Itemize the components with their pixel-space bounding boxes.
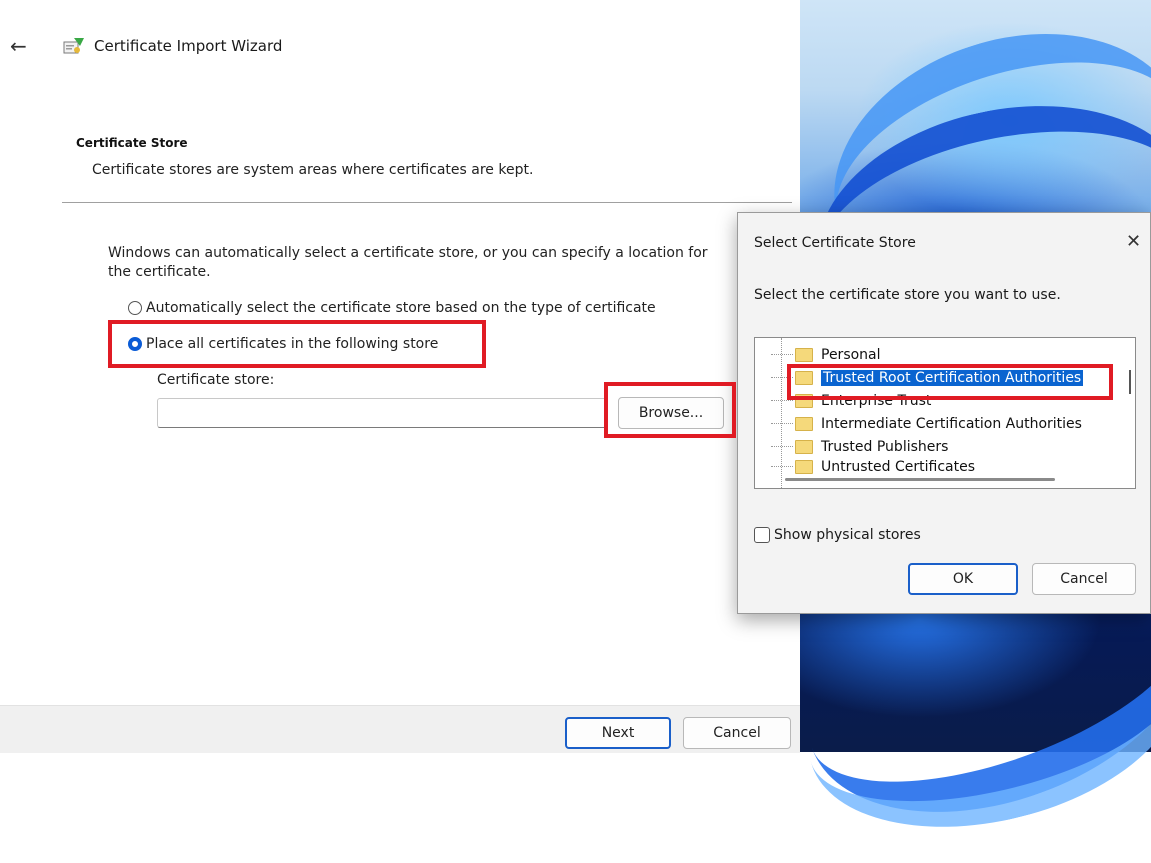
tree-item-label: Personal (821, 347, 881, 363)
place-all-radio[interactable] (128, 337, 142, 351)
tree-connector (771, 400, 793, 402)
section-description: Certificate stores are system areas wher… (92, 162, 534, 178)
folder-icon (795, 440, 813, 454)
show-physical-stores-label: Show physical stores (774, 527, 921, 543)
dialog-cancel-button[interactable]: Cancel (1032, 563, 1136, 595)
dialog-title: Select Certificate Store (754, 235, 916, 251)
show-physical-stores-checkbox[interactable] (754, 527, 770, 543)
tree-connector (771, 466, 793, 468)
tree-item-intermediate[interactable]: Intermediate Certification Authorities (771, 413, 1082, 435)
certificate-store-label: Certificate store: (157, 372, 275, 388)
certificate-store-tree[interactable]: Personal Trusted Root Certification Auth… (754, 337, 1136, 489)
tree-item-enterprise-trust[interactable]: Enterprise Trust (771, 390, 931, 412)
folder-icon (795, 417, 813, 431)
tree-item-untrusted[interactable]: Untrusted Certificates (771, 456, 975, 478)
auto-select-radio[interactable] (128, 301, 142, 315)
vertical-scrollbar[interactable] (1129, 370, 1131, 394)
folder-icon (795, 394, 813, 408)
place-all-option[interactable]: Place all certificates in the following … (128, 336, 438, 352)
tree-connector (771, 446, 793, 448)
browse-button[interactable]: Browse... (618, 397, 724, 429)
horizontal-scrollbar[interactable] (785, 478, 1055, 481)
tree-item-personal[interactable]: Personal (771, 344, 881, 366)
dialog-prompt: Select the certificate store you want to… (754, 287, 1061, 303)
select-certificate-store-dialog: Select Certificate Store ✕ Select the ce… (737, 212, 1151, 614)
certificate-import-wizard: ← Certificate Import Wizard Certificate … (0, 0, 800, 753)
folder-icon (795, 460, 813, 474)
wizard-footer (0, 705, 800, 753)
tree-item-label: Intermediate Certification Authorities (821, 416, 1082, 432)
back-arrow-icon[interactable]: ← (10, 34, 38, 58)
certificate-wizard-icon (63, 38, 84, 54)
certificate-store-field[interactable] (157, 398, 607, 428)
wizard-title: Certificate Import Wizard (94, 37, 283, 55)
wizard-header: ← Certificate Import Wizard (10, 30, 282, 62)
next-button[interactable]: Next (565, 717, 671, 749)
tree-item-label: Enterprise Trust (821, 393, 932, 409)
divider (62, 202, 792, 203)
auto-select-option[interactable]: Automatically select the certificate sto… (128, 300, 656, 316)
close-icon[interactable]: ✕ (1126, 231, 1141, 252)
tree-item-trusted-root[interactable]: Trusted Root Certification Authorities (771, 367, 1084, 389)
tree-item-label: Trusted Root Certification Authorities (821, 370, 1084, 386)
tree-item-trusted-publishers[interactable]: Trusted Publishers (771, 436, 948, 458)
intro-text: Windows can automatically select a certi… (108, 245, 708, 280)
tree-item-label: Trusted Publishers (821, 439, 949, 455)
tree-connector (771, 423, 793, 425)
folder-icon (795, 371, 813, 385)
place-all-label: Place all certificates in the following … (146, 336, 439, 352)
ok-button[interactable]: OK (908, 563, 1018, 595)
section-heading: Certificate Store (76, 136, 188, 150)
tree-connector (771, 377, 793, 379)
folder-icon (795, 348, 813, 362)
auto-select-label: Automatically select the certificate sto… (146, 300, 656, 316)
tree-item-label: Untrusted Certificates (821, 459, 975, 475)
show-physical-stores-option[interactable]: Show physical stores (754, 527, 921, 543)
cancel-button[interactable]: Cancel (683, 717, 791, 749)
tree-connector (771, 354, 793, 356)
